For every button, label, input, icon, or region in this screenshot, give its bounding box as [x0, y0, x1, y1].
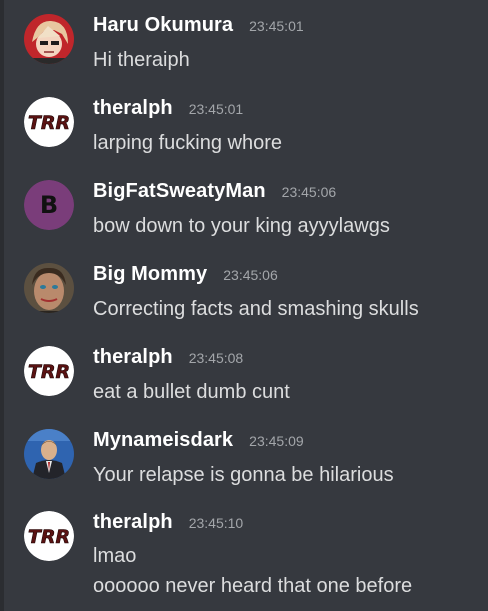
author-name[interactable]: theralph: [93, 511, 173, 534]
timestamp: 23:45:01: [249, 18, 304, 34]
chat-message-list[interactable]: Haru Okumura 23:45:01 Hi theraiph TRR th…: [0, 0, 488, 611]
face-photo-avatar-icon[interactable]: [24, 263, 74, 313]
message-text: Hi theraiph: [93, 49, 190, 71]
message-text: eat a bullet dumb cunt: [93, 381, 290, 403]
author-name[interactable]: BigFatSweatyMan: [93, 180, 266, 203]
trr-logo-avatar-icon[interactable]: TRR: [24, 97, 74, 147]
message-text: Your relapse is gonna be hilarious: [93, 464, 394, 486]
trr-logo-avatar-icon[interactable]: TRR: [24, 346, 74, 396]
message-text: oooooo never heard that one before: [93, 575, 413, 597]
trr-logo-avatar-icon[interactable]: TRR: [24, 511, 74, 561]
svg-text:B: B: [40, 191, 58, 219]
svg-text:TRR: TRR: [28, 112, 70, 134]
author-name[interactable]: Big Mommy: [93, 263, 207, 286]
author-name[interactable]: theralph: [93, 346, 173, 369]
message-text: lmao: [93, 545, 137, 567]
message-text: bow down to your king ayyylawgs: [93, 215, 390, 237]
svg-text:TRR: TRR: [28, 526, 70, 548]
timestamp: 23:45:09: [249, 433, 304, 449]
timestamp: 23:45:06: [223, 267, 278, 283]
svg-text:TRR: TRR: [28, 361, 70, 383]
person-photo-avatar-icon[interactable]: [24, 429, 74, 479]
timestamp: 23:45:01: [188, 101, 244, 117]
author-name[interactable]: Haru Okumura: [93, 14, 233, 37]
author-name[interactable]: theralph: [93, 97, 173, 120]
message-text: Correcting facts and smashing skulls: [93, 298, 419, 320]
timestamp: 23:45:10: [188, 515, 244, 531]
timestamp: 23:45:08: [188, 350, 244, 366]
letter-b-avatar-icon[interactable]: B: [24, 180, 74, 230]
timestamp: 23:45:06: [281, 184, 337, 200]
author-name[interactable]: Mynameisdark: [93, 429, 233, 452]
anime-girl-avatar-icon[interactable]: [24, 14, 74, 64]
message-text: larping fucking whore: [93, 132, 282, 154]
